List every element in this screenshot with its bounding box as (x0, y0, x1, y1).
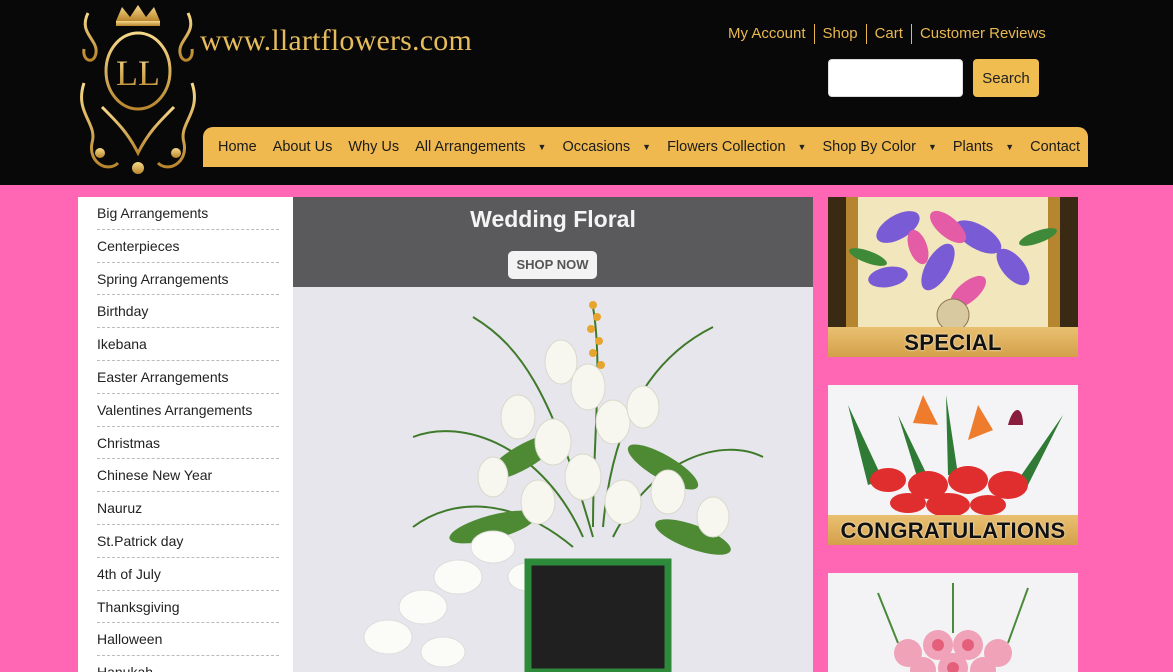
category-sidebar: Big Arrangements Centerpieces Spring Arr… (78, 197, 293, 672)
wedding-floral-banner[interactable]: Wedding Floral SHOP NOW (293, 197, 813, 672)
customer-reviews-link[interactable]: Customer Reviews (910, 24, 1054, 44)
sidebar-item-thanksgiving[interactable]: Thanksgiving (97, 591, 279, 624)
search-input[interactable] (828, 59, 963, 97)
nav-why-us[interactable]: Why Us (340, 139, 407, 155)
promo-congratulations[interactable]: CONGRATULATIONS (828, 385, 1078, 545)
nav-all-arrangements[interactable]: All Arrangements ▼ (407, 139, 554, 155)
chevron-down-icon: ▼ (1005, 142, 1015, 152)
nav-about-us[interactable]: About Us (265, 139, 341, 155)
chevron-down-icon: ▼ (927, 142, 937, 152)
sidebar-item-hanukah[interactable]: Hanukah (97, 656, 279, 672)
sidebar-item-valentines-arrangements[interactable]: Valentines Arrangements (97, 394, 279, 427)
nav-flowers-collection[interactable]: Flowers Collection ▼ (659, 139, 814, 155)
sidebar-item-st-patrick-day[interactable]: St.Patrick day (97, 525, 279, 558)
nav-home[interactable]: Home (210, 139, 265, 155)
sidebar-item-nauruz[interactable]: Nauruz (97, 492, 279, 525)
nav-contact[interactable]: Contact (1022, 139, 1088, 155)
special-occasions-label: SPECIAL OCCASSIONS (828, 327, 1078, 357)
search-button[interactable]: Search (973, 59, 1039, 97)
my-account-link[interactable]: My Account (720, 24, 814, 44)
sidebar-item-easter-arrangements[interactable]: Easter Arrangements (97, 361, 279, 394)
promo-special-occasions[interactable]: SPECIAL OCCASSIONS (828, 197, 1078, 357)
nav-plants[interactable]: Plants ▼ (945, 139, 1022, 155)
site-header: LL www.llartflowers.com My Account Shop … (0, 0, 1173, 185)
sidebar-item-big-arrangements[interactable]: Big Arrangements (97, 197, 279, 230)
llart-logo[interactable]: LL (78, 3, 198, 179)
sidebar-item-halloween[interactable]: Halloween (97, 623, 279, 657)
banner-title: Wedding Floral (470, 206, 636, 232)
roses-image (828, 573, 1078, 672)
cart-link[interactable]: Cart (865, 24, 911, 44)
shop-link[interactable]: Shop (813, 24, 866, 44)
congratulations-label: CONGRATULATIONS (828, 515, 1078, 545)
nav-occasions[interactable]: Occasions ▼ (554, 139, 659, 155)
sidebar-item-christmas[interactable]: Christmas (97, 427, 279, 460)
nav-shop-by-color[interactable]: Shop By Color ▼ (814, 139, 944, 155)
chevron-down-icon: ▼ (797, 142, 807, 152)
sidebar-item-spring-arrangements[interactable]: Spring Arrangements (97, 263, 279, 296)
chevron-down-icon: ▼ (537, 142, 547, 152)
chevron-down-icon: ▼ (642, 142, 652, 152)
svg-text:LL: LL (116, 53, 160, 93)
site-name[interactable]: www.llartflowers.com (200, 24, 472, 58)
sidebar-item-4th-of-july[interactable]: 4th of July (97, 558, 279, 591)
sidebar-item-centerpieces[interactable]: Centerpieces (97, 230, 279, 263)
main-nav: Home About Us Why Us All Arrangements ▼ O… (203, 127, 1088, 167)
banner-overlay: Wedding Floral SHOP NOW (293, 197, 813, 287)
shop-now-button[interactable]: SHOP NOW (508, 251, 597, 279)
sidebar-item-chinese-new-year[interactable]: Chinese New Year (97, 459, 279, 493)
promo-roses[interactable] (828, 573, 1078, 672)
sidebar-item-ikebana[interactable]: Ikebana (97, 328, 279, 361)
sidebar-item-birthday[interactable]: Birthday (97, 295, 279, 329)
top-links: My Account Shop Cart Customer Reviews (720, 24, 1054, 44)
